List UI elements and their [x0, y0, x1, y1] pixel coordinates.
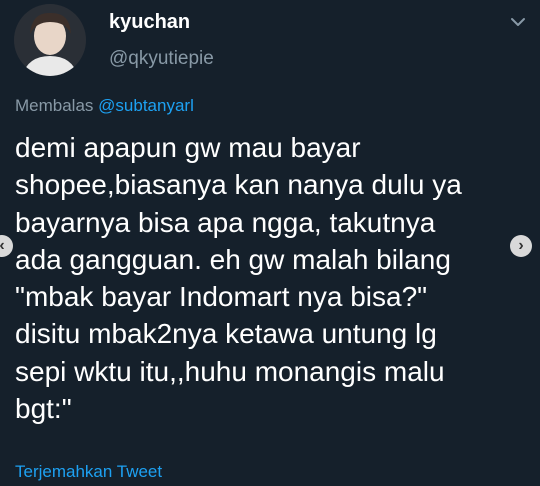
avatar[interactable] — [14, 4, 86, 76]
username-handle[interactable]: @qkyutiepie — [109, 48, 214, 70]
chevron-left-icon[interactable]: ‹ — [0, 235, 13, 257]
tweet-line: bayarnya bisa apa ngga, takutnya — [15, 206, 436, 238]
reply-prefix: Membalas — [15, 96, 94, 115]
reply-context: Membalas @subtanyarl — [15, 96, 194, 116]
reply-mention-link[interactable]: @subtanyarl — [98, 96, 194, 115]
chevron-down-icon[interactable] — [508, 14, 528, 30]
display-name[interactable]: kyuchan — [109, 11, 190, 34]
chevron-right-icon[interactable]: › — [510, 235, 532, 257]
tweet-line: bgt:" — [15, 393, 72, 425]
translate-tweet-link[interactable]: Terjemahkan Tweet — [15, 462, 162, 482]
tweet-line: sepi wktu itu,,huhu monangis malu — [15, 355, 445, 387]
tweet-line: demi apapun gw mau bayar — [15, 132, 361, 163]
tweet-line: "mbak bayar Indomart nya bisa?" — [15, 281, 428, 313]
tweet-line: shopee,biasanya kan nanya dulu ya — [15, 169, 462, 201]
tweet-text: demi apapun gw mau bayar shopee,biasanya… — [15, 129, 515, 427]
tweet-line: ada gangguan. eh gw malah bilang — [15, 243, 451, 275]
tweet-line: disitu mbak2nya ketawa untung lg — [15, 318, 437, 350]
